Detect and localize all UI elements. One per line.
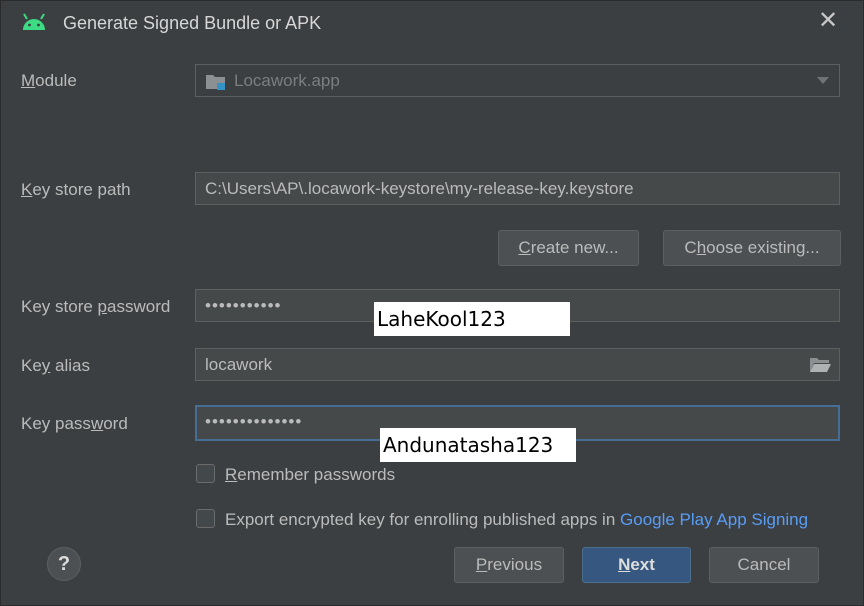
key-alias-input[interactable]: locawork: [195, 348, 840, 381]
create-new-button[interactable]: Create new...: [498, 230, 639, 266]
keystore-password-masked: •••••••••••: [205, 296, 282, 315]
title-bar: Generate Signed Bundle or APK ✕: [1, 1, 864, 45]
cancel-button[interactable]: Cancel: [709, 547, 819, 583]
keystore-path-value: C:\Users\AP\.locawork-keystore\my-releas…: [205, 179, 634, 198]
previous-button[interactable]: Previous: [454, 547, 564, 583]
remember-passwords-checkbox[interactable]: [196, 464, 215, 483]
folder-open-icon[interactable]: [809, 357, 831, 373]
key-password-masked: ••••••••••••••: [205, 412, 303, 431]
dialog-title: Generate Signed Bundle or APK: [63, 13, 322, 33]
chevron-down-icon: [817, 77, 829, 84]
choose-existing-button[interactable]: Choose existing...: [663, 230, 841, 266]
module-select[interactable]: Locawork.app: [195, 64, 840, 97]
remember-passwords-label[interactable]: Remember passwords: [225, 465, 395, 485]
google-play-app-signing-link[interactable]: Google Play App Signing: [620, 510, 808, 529]
module-label: Module: [21, 71, 77, 90]
key-alias-label: Key alias: [21, 356, 90, 375]
key-password-annotation: Andunatasha123: [380, 428, 576, 462]
key-alias-value: locawork: [205, 355, 273, 374]
next-button[interactable]: Next: [582, 547, 691, 583]
module-value: Locawork.app: [234, 71, 340, 90]
keystore-password-annotation: LaheKool123: [374, 302, 570, 336]
keystore-path-input[interactable]: C:\Users\AP\.locawork-keystore\my-releas…: [195, 172, 840, 205]
close-button[interactable]: ✕: [817, 7, 839, 34]
close-icon: ✕: [817, 7, 839, 34]
generate-signed-apk-dialog: Generate Signed Bundle or APK ✕ Module L…: [0, 0, 864, 606]
export-encrypted-key-label[interactable]: Export encrypted key for enrolling publi…: [225, 510, 808, 530]
android-icon: [23, 13, 45, 30]
key-password-label: Key password: [21, 414, 128, 433]
module-folder-icon: [206, 75, 225, 90]
export-encrypted-key-checkbox[interactable]: [196, 509, 215, 528]
keystore-path-label: Key store path: [21, 180, 131, 199]
help-button[interactable]: ?: [47, 547, 81, 581]
keystore-password-label: Key store password: [21, 297, 171, 316]
